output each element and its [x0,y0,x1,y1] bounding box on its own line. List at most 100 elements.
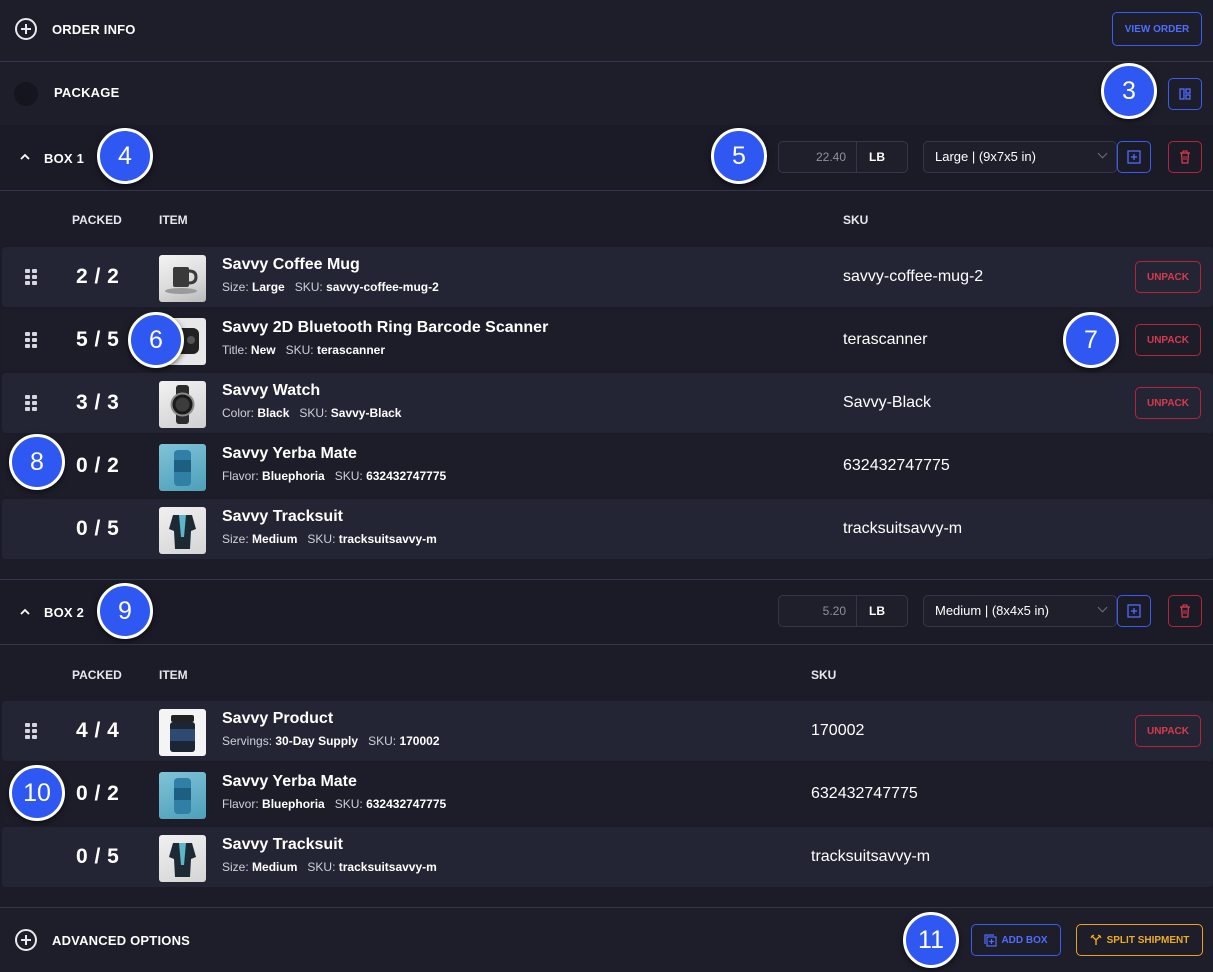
column-header-sku: SKU [811,668,837,682]
box-1-header: BOX 1 22.40 LB Large | (9x7x5 in) [0,125,1213,190]
chevron-down-icon [1097,602,1108,613]
drag-handle-icon[interactable] [25,269,37,285]
table-row: 0 / 2 Savvy Yerba Mate Flavor: Bluephori… [2,764,1213,824]
plus-circle-icon[interactable] [15,929,37,951]
box-1-size-select[interactable]: Large | (9x7x5 in) [923,141,1117,173]
callout-badge: 7 [1063,312,1119,368]
drag-handle-icon[interactable] [25,332,37,348]
add-box-icon [984,933,998,947]
callout-badge: 5 [711,128,767,184]
add-box-size-button[interactable] [1117,595,1151,627]
item-sku: savvy-coffee-mug-2 [843,268,984,285]
column-header-packed: PACKED [72,668,122,682]
unpack-button[interactable]: UNPACK [1135,715,1201,747]
view-order-button[interactable]: VIEW ORDER [1112,12,1202,46]
divider [0,190,1213,191]
table-row: 3 / 3 Savvy Watch Color: Black SKU: Savv… [2,373,1213,433]
item-sku: Savvy-Black [843,394,932,411]
item-name: Savvy Coffee Mug [222,256,360,273]
radio-circle-icon[interactable] [14,82,38,106]
trash-icon [1180,150,1190,164]
callout-badge: 6 [128,312,184,368]
delete-box-button[interactable] [1168,595,1202,627]
column-header-item: ITEM [159,213,188,227]
item-sku: 632432747775 [811,785,918,802]
item-meta: Title: New SKU: terascanner [222,343,386,357]
callout-badge: 11 [903,912,959,968]
item-name: Savvy Tracksuit [222,836,343,853]
chevron-up-icon[interactable] [19,608,31,616]
unpack-button[interactable]: UNPACK [1135,324,1201,356]
order-info-label: ORDER INFO [52,22,136,37]
packed-count: 5 / 5 [76,328,120,351]
product-image [159,444,206,491]
packed-count: 2 / 2 [76,265,120,288]
item-meta: Size: Medium SKU: tracksuitsavvy-m [222,860,437,874]
column-header-packed: PACKED [72,213,122,227]
item-name: Savvy 2D Bluetooth Ring Barcode Scanner [222,319,549,336]
plus-circle-icon[interactable] [15,18,37,40]
split-shipment-button[interactable]: SPLIT SHIPMENT [1076,924,1203,956]
box-1-weight-field[interactable]: 22.40 LB [778,141,908,173]
add-box-button[interactable]: ADD BOX [971,924,1061,956]
package-header[interactable]: PACKAGE [0,62,1213,125]
plus-square-icon [1127,604,1141,618]
item-meta: Color: Black SKU: Savvy-Black [222,406,402,420]
weight-unit[interactable]: LB [857,596,907,626]
packed-count: 0 / 5 [76,517,120,540]
trash-icon [1180,604,1190,618]
product-image [159,507,206,554]
box-1-label: BOX 1 [44,151,85,166]
item-sku: 170002 [811,722,865,739]
packed-count: 0 / 2 [76,454,120,477]
box-size-value: Large | (9x7x5 in) [935,149,1036,164]
item-name: Savvy Tracksuit [222,508,343,525]
drag-handle-icon[interactable] [25,395,37,411]
drag-handle-icon[interactable] [25,723,37,739]
item-meta: Flavor: Bluephoria SKU: 632432747775 [222,797,447,811]
packed-count: 0 / 2 [76,782,120,805]
item-name: Savvy Watch [222,382,321,399]
item-sku: 632432747775 [843,457,950,474]
unpack-button[interactable]: UNPACK [1135,387,1201,419]
advanced-options-header[interactable]: ADVANCED OPTIONS ADD BOX SPLIT SHIPMENT [0,908,1213,972]
product-image [159,709,206,756]
weight-input[interactable]: 22.40 [779,142,857,172]
layout-toggle-button[interactable] [1168,78,1202,110]
divider [0,644,1213,645]
callout-badge: 9 [97,583,153,639]
callout-badge: 4 [97,128,153,184]
chevron-up-icon[interactable] [19,153,31,161]
item-meta: Size: Large SKU: savvy-coffee-mug-2 [222,280,439,294]
product-image [159,835,206,882]
item-meta: Servings: 30-Day Supply SKU: 170002 [222,734,440,748]
packed-count: 4 / 4 [76,719,120,742]
package-label: PACKAGE [54,85,120,100]
unpack-button[interactable]: UNPACK [1135,261,1201,293]
box-2-label: BOX 2 [44,605,85,620]
add-box-label: ADD BOX [1001,934,1048,946]
table-row: 4 / 4 Savvy Product Servings: 30-Day Sup… [2,701,1213,761]
product-image [159,255,206,302]
table-row: 0 / 5 Savvy Tracksuit Size: Medium SKU: … [2,499,1213,559]
weight-unit[interactable]: LB [857,142,907,172]
column-header-item: ITEM [159,668,188,682]
chevron-down-icon [1097,148,1108,159]
box-2-weight-field[interactable]: 5.20 LB [778,595,908,627]
delete-box-button[interactable] [1168,141,1202,173]
add-box-size-button[interactable] [1117,141,1151,173]
item-name: Savvy Yerba Mate [222,773,357,790]
table-row: 2 / 2 Savvy Coffee Mug Size: Large SKU: … [2,247,1213,307]
plus-square-icon [1127,150,1141,164]
box-size-value: Medium | (8x4x5 in) [935,603,1049,618]
product-image [159,772,206,819]
callout-badge: 10 [9,765,65,821]
product-image [159,381,206,428]
item-sku: terascanner [843,331,928,348]
weight-input[interactable]: 5.20 [779,596,857,626]
item-sku: tracksuitsavvy-m [843,520,963,537]
order-info-header[interactable]: ORDER INFO VIEW ORDER [0,0,1213,61]
box-2-size-select[interactable]: Medium | (8x4x5 in) [923,595,1117,627]
item-meta: Flavor: Bluephoria SKU: 632432747775 [222,469,447,483]
table-row: 0 / 5 Savvy Tracksuit Size: Medium SKU: … [2,827,1213,887]
